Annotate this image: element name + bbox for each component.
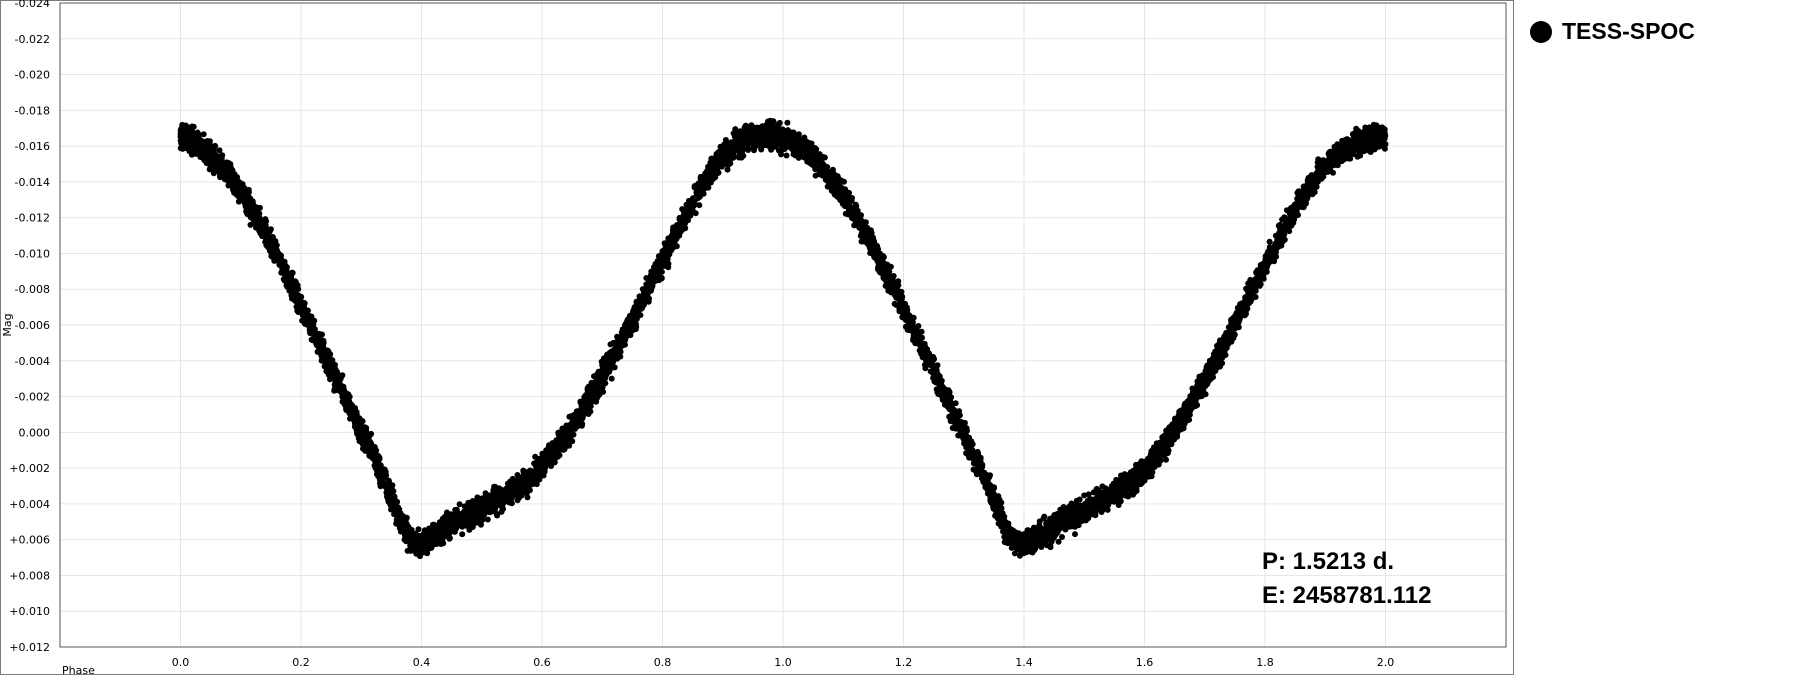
- data-point: [524, 494, 531, 501]
- y-tick-label: +0.004: [9, 498, 50, 511]
- x-tick-label: 0.0: [172, 656, 190, 669]
- data-point: [339, 372, 346, 379]
- y-tick-label: -0.016: [15, 140, 50, 153]
- data-point: [783, 152, 790, 159]
- y-tick-label: +0.010: [9, 605, 50, 618]
- data-point: [922, 343, 928, 350]
- data-point: [1085, 491, 1092, 498]
- y-tick-label: -0.024: [15, 0, 50, 10]
- x-axis-ticks: 0.0 0.2 0.4 0.6 0.8 1.0 1.2 1.4 1.6 1.8 2.0: [172, 656, 1395, 669]
- data-point: [917, 347, 924, 354]
- data-point: [1098, 509, 1105, 515]
- y-tick-label: +0.006: [9, 534, 50, 547]
- y-tick-label: -0.010: [15, 247, 50, 260]
- data-point: [1294, 189, 1301, 196]
- data-point: [831, 172, 838, 179]
- y-tick-label: -0.022: [15, 33, 50, 46]
- data-point: [608, 375, 615, 382]
- y-tick-label: -0.018: [15, 104, 50, 117]
- data-point: [1150, 444, 1157, 451]
- x-tick-label: 1.4: [1015, 656, 1033, 669]
- y-tick-label: -0.020: [15, 69, 50, 82]
- y-tick-label: +0.012: [9, 641, 50, 654]
- data-point: [1245, 280, 1252, 287]
- data-point: [758, 146, 765, 153]
- y-tick-label: -0.004: [15, 355, 50, 368]
- data-point: [841, 178, 847, 185]
- data-point: [768, 146, 775, 153]
- data-point: [1266, 238, 1273, 245]
- data-point: [456, 501, 463, 508]
- data-point: [194, 129, 201, 136]
- y-tick-label: +0.002: [9, 462, 50, 475]
- chart: -0.024 -0.022 -0.020 -0.018 -0.016 -0.014 -0.0…: [1, 0, 1507, 677]
- data-point: [1072, 531, 1078, 538]
- y-tick-label: -0.008: [15, 283, 50, 296]
- x-tick-label: 2.0: [1377, 656, 1395, 669]
- y-tick-label: -0.012: [15, 212, 50, 225]
- x-tick-label: 0.4: [413, 656, 431, 669]
- x-tick-label: 1.6: [1136, 656, 1154, 669]
- x-tick-label: 1.8: [1256, 656, 1274, 669]
- x-tick-label: 1.0: [774, 656, 792, 669]
- x-tick-label: 0.8: [654, 656, 672, 669]
- y-tick-label: -0.006: [15, 319, 50, 332]
- y-tick-label: -0.014: [15, 176, 50, 189]
- y-tick-label: 0.000: [19, 426, 51, 439]
- y-axis-ticks: -0.024 -0.022 -0.020 -0.018 -0.016 -0.014 -0.0…: [9, 0, 50, 654]
- x-tick-label: 1.2: [895, 656, 913, 669]
- y-tick-label: -0.002: [15, 391, 50, 404]
- x-tick-label: 0.2: [292, 656, 310, 669]
- x-tick-label: 0.6: [533, 656, 551, 669]
- data-point: [459, 531, 466, 538]
- y-tick-label: +0.008: [9, 569, 50, 582]
- data-point: [1115, 502, 1122, 508]
